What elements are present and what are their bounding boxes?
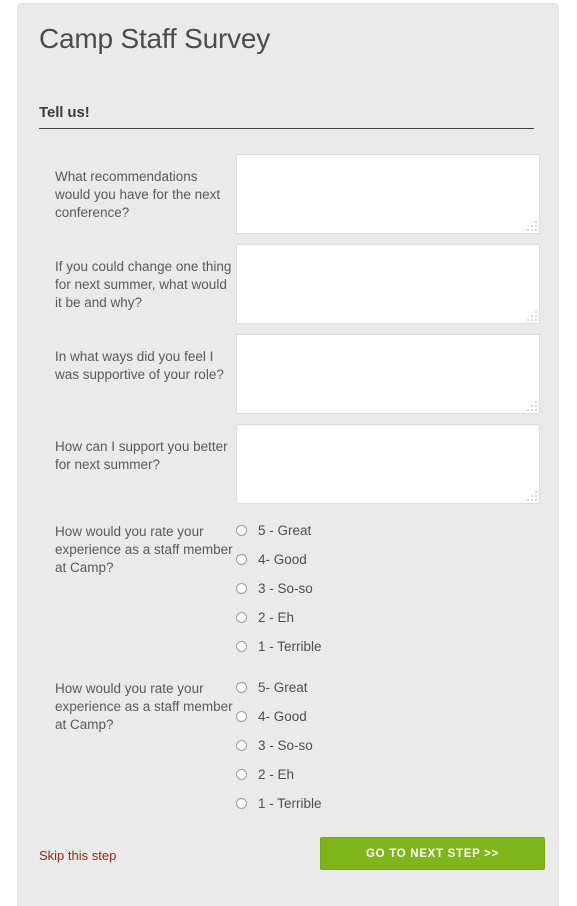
radio-option-label: 5 - Great: [258, 522, 312, 538]
radio-button-icon[interactable]: [236, 682, 247, 693]
radio-option-label: 2 - Eh: [258, 609, 295, 625]
radio-button-icon[interactable]: [236, 641, 247, 652]
radio-option[interactable]: 2 - Eh: [236, 760, 540, 789]
radio-option-label: 2 - Eh: [258, 766, 295, 782]
radio-option-label: 4- Good: [258, 551, 307, 567]
skip-this-step-link[interactable]: Skip this step: [39, 848, 116, 863]
question-row: How would you rate your experience as a …: [18, 671, 558, 818]
radio-option[interactable]: 1 - Terrible: [236, 632, 540, 661]
survey-footer: Skip this step GO TO NEXT STEP >>: [18, 828, 558, 906]
question-row: How would you rate your experience as a …: [18, 514, 558, 661]
radio-option-label: 4- Good: [258, 708, 307, 724]
question-field: [236, 334, 558, 414]
radio-option[interactable]: 3 - So-so: [236, 731, 540, 760]
question-label: What recommendations would you have for …: [55, 169, 221, 220]
question-label: How would you rate your experience as a …: [55, 681, 233, 732]
radio-button-icon[interactable]: [236, 525, 247, 536]
radio-option[interactable]: 4- Good: [236, 702, 540, 731]
radio-option[interactable]: 5 - Great: [236, 516, 540, 545]
question-label: How can I support you better for next su…: [55, 439, 228, 472]
question-field: 5 - Great 4- Good 3 - So-so 2 - Eh 1 - Terri…: [236, 514, 558, 661]
question-field: 5- Great 4- Good 3 - So-so 2 - Eh 1 - Terrib…: [236, 671, 558, 818]
resize-handle-icon[interactable]: [526, 310, 537, 321]
survey-panel: Camp Staff Survey Tell us! What recommen…: [18, 4, 558, 906]
radio-button-icon[interactable]: [236, 798, 247, 809]
radio-button-icon[interactable]: [236, 612, 247, 623]
radio-group: 5- Great 4- Good 3 - So-so 2 - Eh 1 - Terrib…: [236, 671, 540, 818]
radio-option[interactable]: 3 - So-so: [236, 574, 540, 603]
resize-handle-icon[interactable]: [526, 220, 537, 231]
radio-button-icon[interactable]: [236, 554, 247, 565]
answer-textarea[interactable]: [236, 334, 540, 414]
section-title: Tell us!: [39, 104, 90, 121]
radio-option-label: 1 - Terrible: [258, 795, 322, 811]
survey-page: Camp Staff Survey Tell us! What recommen…: [0, 0, 577, 906]
section-header: Tell us!: [39, 104, 534, 129]
answer-textarea[interactable]: [236, 244, 540, 324]
resize-handle-icon[interactable]: [526, 490, 537, 501]
question-label: If you could change one thing for next s…: [55, 259, 232, 310]
radio-option[interactable]: 4- Good: [236, 545, 540, 574]
radio-option-label: 5- Great: [258, 679, 308, 695]
page-title: Camp Staff Survey: [39, 23, 271, 54]
question-field: [236, 424, 558, 504]
radio-option-label: 3 - So-so: [258, 580, 313, 596]
radio-option-label: 3 - So-so: [258, 737, 313, 753]
radio-button-icon[interactable]: [236, 583, 247, 594]
question-field: [236, 244, 558, 324]
radio-button-icon[interactable]: [236, 769, 247, 780]
radio-option[interactable]: 2 - Eh: [236, 603, 540, 632]
question-label: How would you rate your experience as a …: [55, 524, 233, 575]
question-field: [236, 154, 558, 234]
radio-option-label: 1 - Terrible: [258, 638, 322, 654]
radio-button-icon[interactable]: [236, 740, 247, 751]
question-row: What recommendations would you have for …: [18, 154, 558, 234]
radio-option[interactable]: 1 - Terrible: [236, 789, 540, 818]
answer-textarea[interactable]: [236, 154, 540, 234]
resize-handle-icon[interactable]: [526, 400, 537, 411]
radio-option[interactable]: 5- Great: [236, 673, 540, 702]
answer-textarea[interactable]: [236, 424, 540, 504]
question-list: What recommendations would you have for …: [18, 154, 558, 828]
radio-button-icon[interactable]: [236, 711, 247, 722]
question-row: In what ways did you feel I was supporti…: [18, 334, 558, 414]
radio-group: 5 - Great 4- Good 3 - So-so 2 - Eh 1 - Terri…: [236, 514, 540, 661]
question-row: How can I support you better for next su…: [18, 424, 558, 504]
go-to-next-step-button[interactable]: GO TO NEXT STEP >>: [320, 837, 545, 870]
question-label: In what ways did you feel I was supporti…: [55, 349, 224, 382]
question-row: If you could change one thing for next s…: [18, 244, 558, 324]
section-divider: [39, 128, 534, 129]
